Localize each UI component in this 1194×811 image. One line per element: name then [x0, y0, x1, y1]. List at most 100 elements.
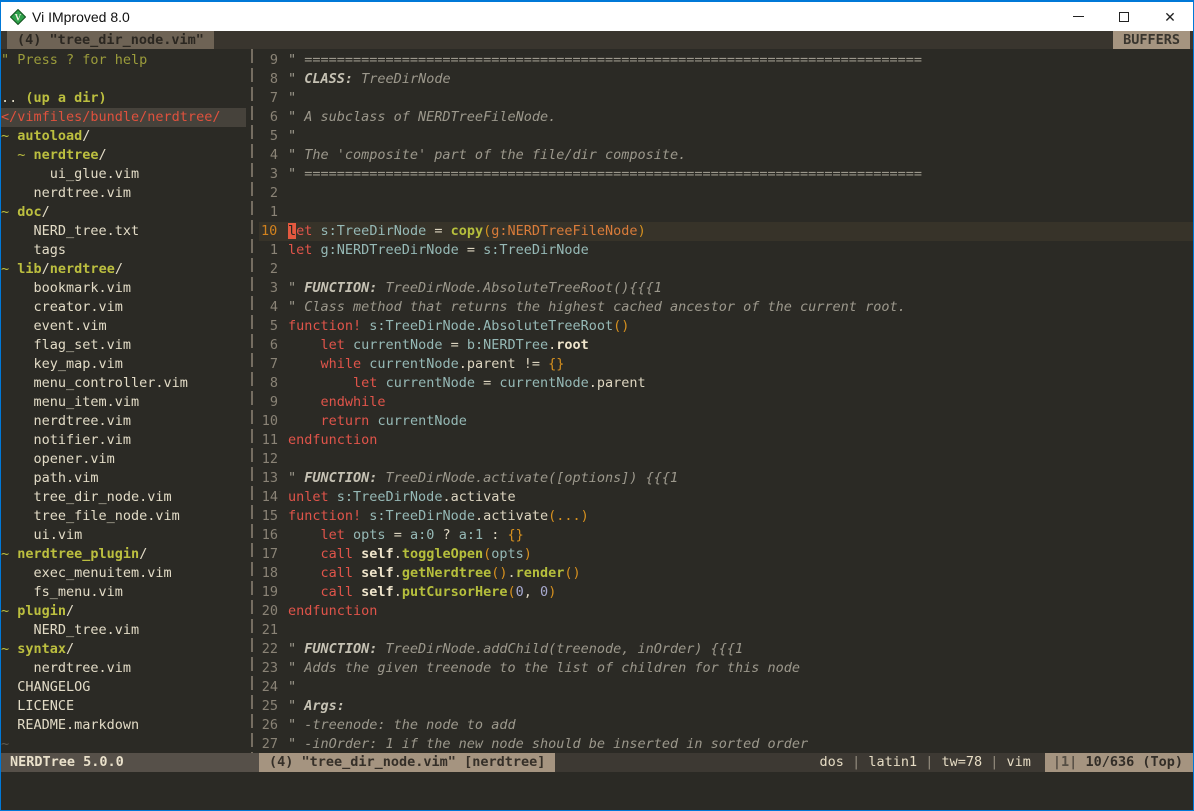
tree-item[interactable]: </vimfiles/bundle/nerdtree/ — [1, 108, 246, 127]
code-line[interactable]: 6" A subclass of NERDTreeFileNode. — [259, 108, 1193, 127]
maximize-icon — [1119, 12, 1129, 22]
tree-item[interactable]: nerdtree.vim — [1, 412, 246, 431]
nerdtree-sidebar[interactable]: " Press ? for help .. (up a dir)</vimfile… — [1, 49, 246, 753]
command-line — [1, 772, 1193, 810]
code-line[interactable]: 17 call self.toggleOpen(opts) — [259, 545, 1193, 564]
code-line[interactable]: 9" =====================================… — [259, 51, 1193, 70]
tree-item[interactable]: ~ nerdtree/ — [1, 146, 246, 165]
tree-item[interactable]: ui_glue.vim — [1, 165, 246, 184]
tree-item[interactable]: fs_menu.vim — [1, 583, 246, 602]
tree-item[interactable]: nerdtree.vim — [1, 659, 246, 678]
statusline-filename: (4) "tree_dir_node.vim" [nerdtree] — [259, 753, 555, 772]
close-icon: ✕ — [1164, 10, 1176, 24]
code-line[interactable]: 9 endwhile — [259, 393, 1193, 412]
code-line[interactable]: 11endfunction — [259, 431, 1193, 450]
svg-text:V: V — [15, 12, 22, 22]
tree-item[interactable]: ~ syntax/ — [1, 640, 246, 659]
tree-item[interactable]: tags — [1, 241, 246, 260]
tree-item[interactable]: README.markdown — [1, 716, 246, 735]
status-flag: latin1 — [868, 754, 917, 770]
buffer-number: |1| — [1053, 754, 1077, 770]
code-line[interactable]: 4" The 'composite' part of the file/dir … — [259, 146, 1193, 165]
status-flag: dos — [820, 754, 844, 770]
line-number: 26 — [259, 716, 285, 735]
tree-item[interactable]: NERD_tree.txt — [1, 222, 246, 241]
tree-item[interactable]: CHANGELOG — [1, 678, 246, 697]
code-line[interactable]: 15function! s:TreeDirNode.activate(...) — [259, 507, 1193, 526]
tree-item[interactable]: menu_item.vim — [1, 393, 246, 412]
tree-item[interactable]: key_map.vim — [1, 355, 246, 374]
status-flag: vim — [1007, 754, 1031, 770]
code-line[interactable]: 8" CLASS: TreeDirNode — [259, 70, 1193, 89]
tree-item[interactable]: ui.vim — [1, 526, 246, 545]
code-line[interactable]: 22" FUNCTION: TreeDirNode.addChild(treen… — [259, 640, 1193, 659]
tree-item[interactable]: ~ lib/nerdtree/ — [1, 260, 246, 279]
tab-tree-dir-node[interactable]: (4) "tree_dir_node.vim" — [7, 31, 214, 49]
titlebar[interactable]: V Vi IMproved 8.0 ✕ — [1, 1, 1193, 31]
code-line[interactable]: 12 — [259, 450, 1193, 469]
code-line[interactable]: 10 return currentNode — [259, 412, 1193, 431]
tree-item[interactable]: exec_menuitem.vim — [1, 564, 246, 583]
tree-item[interactable] — [1, 70, 246, 89]
vim-window: V Vi IMproved 8.0 ✕ (4) "tree_dir_node.v… — [0, 0, 1194, 811]
code-line[interactable]: 27" -inOrder: 1 if the new node should b… — [259, 735, 1193, 753]
code-line[interactable]: 18 call self.getNerdtree().render() — [259, 564, 1193, 583]
tree-item[interactable]: opener.vim — [1, 450, 246, 469]
code-line[interactable]: 8 let currentNode = currentNode.parent — [259, 374, 1193, 393]
minimize-button[interactable] — [1055, 2, 1101, 31]
tree-item[interactable]: ~ doc/ — [1, 203, 246, 222]
code-line[interactable]: 26" -treenode: the node to add — [259, 716, 1193, 735]
code-line[interactable]: 24" — [259, 678, 1193, 697]
tree-item[interactable]: " Press ? for help — [1, 51, 246, 70]
code-line[interactable]: 2 — [259, 184, 1193, 203]
statusline: NERDTree 5.0.0 (4) "tree_dir_node.vim" [… — [1, 753, 1193, 772]
tree-item[interactable]: LICENCE — [1, 697, 246, 716]
line-number: 20 — [259, 602, 285, 621]
code-line[interactable]: 5function! s:TreeDirNode.AbsoluteTreeRoo… — [259, 317, 1193, 336]
code-line[interactable]: 13" FUNCTION: TreeDirNode.activate([opti… — [259, 469, 1193, 488]
code-line[interactable]: 6 let currentNode = b:NERDTree.root — [259, 336, 1193, 355]
tree-item[interactable]: ~ autoload/ — [1, 127, 246, 146]
code-line[interactable]: 1 — [259, 203, 1193, 222]
tree-item[interactable]: event.vim — [1, 317, 246, 336]
code-line[interactable]: 20endfunction — [259, 602, 1193, 621]
code-line[interactable]: 3" =====================================… — [259, 165, 1193, 184]
line-number: 12 — [259, 450, 285, 469]
code-line[interactable]: 21 — [259, 621, 1193, 640]
code-line[interactable]: 7" — [259, 89, 1193, 108]
tree-item[interactable]: .. (up a dir) — [1, 89, 246, 108]
tree-item[interactable]: NERD_tree.vim — [1, 621, 246, 640]
window-separator[interactable] — [246, 49, 259, 753]
code-line[interactable]: 25" Args: — [259, 697, 1193, 716]
code-line[interactable]: 23" Adds the given treenode to the list … — [259, 659, 1193, 678]
tree-item[interactable]: ~ nerdtree_plugin/ — [1, 545, 246, 564]
tree-item[interactable]: ~ plugin/ — [1, 602, 246, 621]
tree-item[interactable]: path.vim — [1, 469, 246, 488]
code-line[interactable]: 5" — [259, 127, 1193, 146]
buffers-label[interactable]: BUFFERS — [1113, 31, 1190, 49]
code-line[interactable]: 19 call self.putCursorHere(0, 0) — [259, 583, 1193, 602]
tree-item[interactable]: menu_controller.vim — [1, 374, 246, 393]
tree-item[interactable]: ~ — [1, 735, 246, 753]
tree-item[interactable]: tree_dir_node.vim — [1, 488, 246, 507]
close-button[interactable]: ✕ — [1147, 2, 1193, 31]
tree-item[interactable]: bookmark.vim — [1, 279, 246, 298]
line-number: 18 — [259, 564, 285, 583]
tree-item[interactable]: creator.vim — [1, 298, 246, 317]
code-line[interactable]: 3" FUNCTION: TreeDirNode.AbsoluteTreeRoo… — [259, 279, 1193, 298]
tree-item[interactable]: nerdtree.vim — [1, 184, 246, 203]
maximize-button[interactable] — [1101, 2, 1147, 31]
code-line[interactable]: 2 — [259, 260, 1193, 279]
code-line[interactable]: 7 while currentNode.parent != {} — [259, 355, 1193, 374]
editor-pane[interactable]: 9" =====================================… — [259, 49, 1193, 753]
code-line-current[interactable]: 10let s:TreeDirNode = copy(g:NERDTreeFil… — [259, 222, 1193, 241]
code-line[interactable]: 1let g:NERDTreeDirNode = s:TreeDirNode — [259, 241, 1193, 260]
tree-item[interactable]: flag_set.vim — [1, 336, 246, 355]
tree-item[interactable]: tree_file_node.vim — [1, 507, 246, 526]
code-line[interactable]: 4" Class method that returns the highest… — [259, 298, 1193, 317]
tree-item[interactable]: notifier.vim — [1, 431, 246, 450]
window-title: Vi IMproved 8.0 — [32, 9, 130, 25]
code-line[interactable]: 16 let opts = a:0 ? a:1 : {} — [259, 526, 1193, 545]
line-number: 9 — [259, 51, 285, 70]
code-line[interactable]: 14unlet s:TreeDirNode.activate — [259, 488, 1193, 507]
